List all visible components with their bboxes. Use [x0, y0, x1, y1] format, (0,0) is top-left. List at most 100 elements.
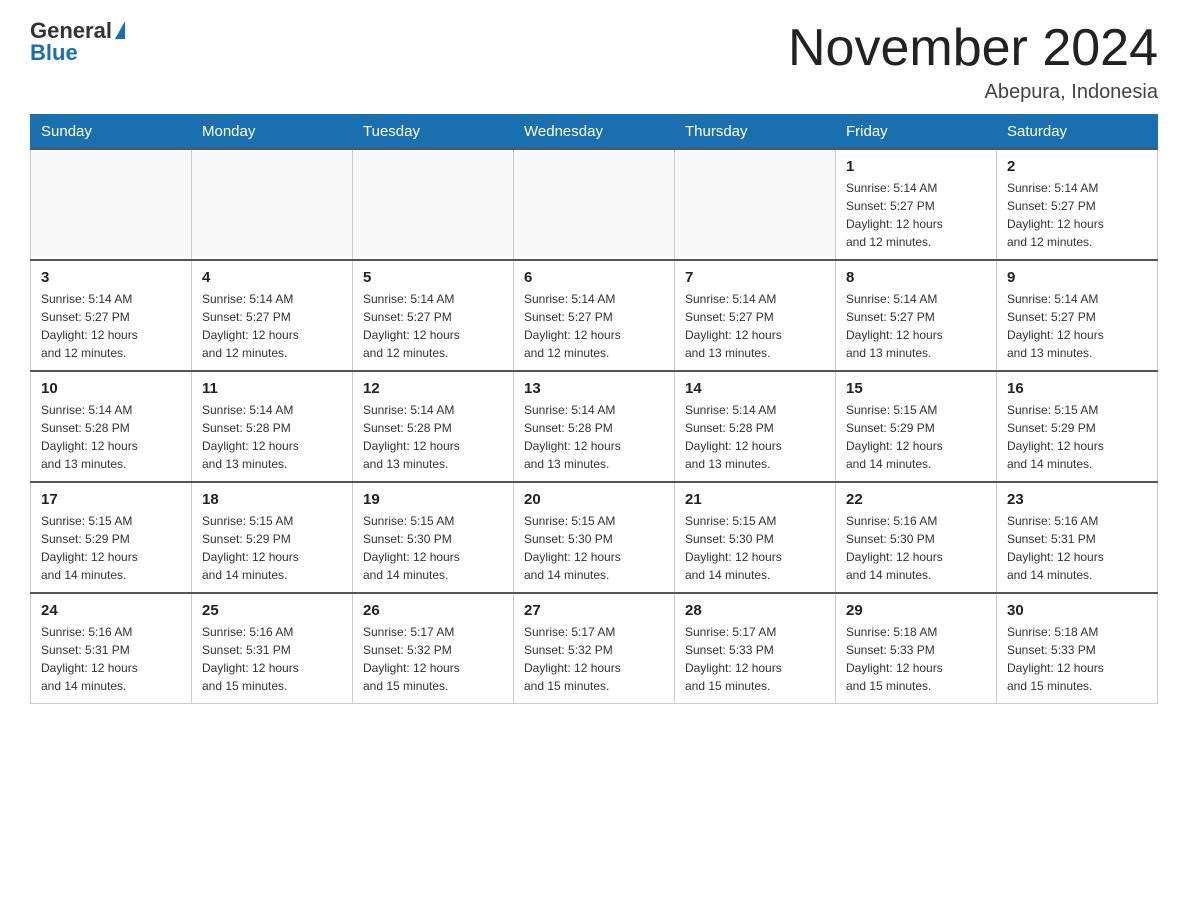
day-number: 22	[846, 491, 986, 508]
day-number: 21	[685, 491, 825, 508]
day-info: Sunrise: 5:15 AM Sunset: 5:29 PM Dayligh…	[41, 512, 181, 584]
day-info: Sunrise: 5:14 AM Sunset: 5:28 PM Dayligh…	[363, 401, 503, 473]
day-info: Sunrise: 5:14 AM Sunset: 5:27 PM Dayligh…	[202, 290, 342, 362]
day-header-wednesday: Wednesday	[514, 115, 675, 150]
day-number: 9	[1007, 269, 1147, 286]
day-number: 12	[363, 380, 503, 397]
day-cell: 14 Sunrise: 5:14 AM Sunset: 5:28 PM Dayli…	[675, 371, 836, 482]
day-number: 14	[685, 380, 825, 397]
day-cell: 8 Sunrise: 5:14 AM Sunset: 5:27 PM Daylig…	[836, 260, 997, 371]
day-cell: 20Sunrise: 5:15 AM Sunset: 5:30 PM Dayli…	[514, 482, 675, 593]
day-info: Sunrise: 5:14 AM Sunset: 5:27 PM Dayligh…	[41, 290, 181, 362]
day-info: Sunrise: 5:18 AM Sunset: 5:33 PM Dayligh…	[1007, 623, 1147, 695]
day-number: 13	[524, 380, 664, 397]
day-info: Sunrise: 5:18 AM Sunset: 5:33 PM Dayligh…	[846, 623, 986, 695]
day-number: 27	[524, 602, 664, 619]
day-cell: 1 Sunrise: 5:14 AM Sunset: 5:27 PM Daylig…	[836, 149, 997, 260]
days-of-week-row: SundayMondayTuesdayWednesdayThursdayFrid…	[31, 115, 1158, 150]
day-cell: 5 Sunrise: 5:14 AM Sunset: 5:27 PM Daylig…	[353, 260, 514, 371]
day-cell	[353, 149, 514, 260]
day-cell: 23 Sunrise: 5:16 AM Sunset: 5:31 PM Dayli…	[997, 482, 1158, 593]
day-cell: 13 Sunrise: 5:14 AM Sunset: 5:28 PM Dayli…	[514, 371, 675, 482]
day-cell: 16 Sunrise: 5:15 AM Sunset: 5:29 PM Dayli…	[997, 371, 1158, 482]
day-number: 8	[846, 269, 986, 286]
day-info: Sunrise: 5:15 AM Sunset: 5:30 PM Dayligh…	[685, 512, 825, 584]
day-cell: 21 Sunrise: 5:15 AM Sunset: 5:30 PM Dayli…	[675, 482, 836, 593]
day-cell: 10Sunrise: 5:14 AM Sunset: 5:28 PM Dayli…	[31, 371, 192, 482]
location: Abepura, Indonesia	[788, 81, 1158, 104]
day-info: Sunrise: 5:14 AM Sunset: 5:27 PM Dayligh…	[1007, 179, 1147, 251]
page-header: General Blue November 2024 Abepura, Indo…	[30, 20, 1158, 104]
day-header-thursday: Thursday	[675, 115, 836, 150]
day-cell: 30 Sunrise: 5:18 AM Sunset: 5:33 PM Dayli…	[997, 593, 1158, 704]
day-info: Sunrise: 5:16 AM Sunset: 5:30 PM Dayligh…	[846, 512, 986, 584]
day-number: 15	[846, 380, 986, 397]
day-number: 19	[363, 491, 503, 508]
day-info: Sunrise: 5:14 AM Sunset: 5:27 PM Dayligh…	[524, 290, 664, 362]
day-cell: 15 Sunrise: 5:15 AM Sunset: 5:29 PM Dayli…	[836, 371, 997, 482]
day-info: Sunrise: 5:15 AM Sunset: 5:29 PM Dayligh…	[202, 512, 342, 584]
day-cell	[675, 149, 836, 260]
day-cell: 9 Sunrise: 5:14 AM Sunset: 5:27 PM Daylig…	[997, 260, 1158, 371]
month-title: November 2024	[788, 20, 1158, 77]
day-number: 10	[41, 380, 181, 397]
day-cell	[192, 149, 353, 260]
day-header-monday: Monday	[192, 115, 353, 150]
day-number: 3	[41, 269, 181, 286]
day-number: 7	[685, 269, 825, 286]
day-number: 30	[1007, 602, 1147, 619]
day-number: 24	[41, 602, 181, 619]
day-cell: 19 Sunrise: 5:15 AM Sunset: 5:30 PM Dayli…	[353, 482, 514, 593]
day-number: 2	[1007, 158, 1147, 175]
week-row-1: 1 Sunrise: 5:14 AM Sunset: 5:27 PM Daylig…	[31, 149, 1158, 260]
week-row-4: 17 Sunrise: 5:15 AM Sunset: 5:29 PM Dayli…	[31, 482, 1158, 593]
day-info: Sunrise: 5:14 AM Sunset: 5:27 PM Dayligh…	[846, 179, 986, 251]
day-info: Sunrise: 5:17 AM Sunset: 5:33 PM Dayligh…	[685, 623, 825, 695]
day-header-friday: Friday	[836, 115, 997, 150]
week-row-2: 3 Sunrise: 5:14 AM Sunset: 5:27 PM Daylig…	[31, 260, 1158, 371]
day-info: Sunrise: 5:15 AM Sunset: 5:30 PM Dayligh…	[524, 512, 664, 584]
week-row-5: 24 Sunrise: 5:16 AM Sunset: 5:31 PM Dayli…	[31, 593, 1158, 704]
day-info: Sunrise: 5:17 AM Sunset: 5:32 PM Dayligh…	[524, 623, 664, 695]
day-info: Sunrise: 5:14 AM Sunset: 5:28 PM Dayligh…	[524, 401, 664, 473]
day-info: Sunrise: 5:17 AM Sunset: 5:32 PM Dayligh…	[363, 623, 503, 695]
day-number: 5	[363, 269, 503, 286]
day-info: Sunrise: 5:16 AM Sunset: 5:31 PM Dayligh…	[41, 623, 181, 695]
day-info: Sunrise: 5:15 AM Sunset: 5:29 PM Dayligh…	[846, 401, 986, 473]
day-cell: 25Sunrise: 5:16 AM Sunset: 5:31 PM Dayli…	[192, 593, 353, 704]
day-cell: 2 Sunrise: 5:14 AM Sunset: 5:27 PM Daylig…	[997, 149, 1158, 260]
day-number: 16	[1007, 380, 1147, 397]
day-number: 11	[202, 380, 342, 397]
day-number: 28	[685, 602, 825, 619]
day-number: 17	[41, 491, 181, 508]
day-cell: 12 Sunrise: 5:14 AM Sunset: 5:28 PM Dayli…	[353, 371, 514, 482]
day-info: Sunrise: 5:14 AM Sunset: 5:28 PM Dayligh…	[685, 401, 825, 473]
day-cell: 4 Sunrise: 5:14 AM Sunset: 5:27 PM Daylig…	[192, 260, 353, 371]
day-number: 26	[363, 602, 503, 619]
day-info: Sunrise: 5:16 AM Sunset: 5:31 PM Dayligh…	[1007, 512, 1147, 584]
day-number: 23	[1007, 491, 1147, 508]
day-info: Sunrise: 5:15 AM Sunset: 5:29 PM Dayligh…	[1007, 401, 1147, 473]
day-cell: 22 Sunrise: 5:16 AM Sunset: 5:30 PM Dayli…	[836, 482, 997, 593]
day-cell: 7 Sunrise: 5:14 AM Sunset: 5:27 PM Daylig…	[675, 260, 836, 371]
day-info: Sunrise: 5:14 AM Sunset: 5:27 PM Dayligh…	[685, 290, 825, 362]
day-info: Sunrise: 5:14 AM Sunset: 5:27 PM Dayligh…	[1007, 290, 1147, 362]
day-info: Sunrise: 5:15 AM Sunset: 5:30 PM Dayligh…	[363, 512, 503, 584]
day-info: Sunrise: 5:14 AM Sunset: 5:27 PM Dayligh…	[363, 290, 503, 362]
day-cell: 24 Sunrise: 5:16 AM Sunset: 5:31 PM Dayli…	[31, 593, 192, 704]
calendar-table: SundayMondayTuesdayWednesdayThursdayFrid…	[30, 114, 1158, 704]
day-number: 6	[524, 269, 664, 286]
title-block: November 2024 Abepura, Indonesia	[788, 20, 1158, 104]
logo-triangle-icon	[115, 21, 125, 39]
day-cell: 27 Sunrise: 5:17 AM Sunset: 5:32 PM Dayli…	[514, 593, 675, 704]
day-info: Sunrise: 5:14 AM Sunset: 5:27 PM Dayligh…	[846, 290, 986, 362]
day-cell: 28 Sunrise: 5:17 AM Sunset: 5:33 PM Dayli…	[675, 593, 836, 704]
day-info: Sunrise: 5:16 AM Sunset: 5:31 PM Dayligh…	[202, 623, 342, 695]
logo-general: General	[30, 20, 112, 42]
day-header-tuesday: Tuesday	[353, 115, 514, 150]
day-cell	[31, 149, 192, 260]
day-cell: 18Sunrise: 5:15 AM Sunset: 5:29 PM Dayli…	[192, 482, 353, 593]
day-cell: 26 Sunrise: 5:17 AM Sunset: 5:32 PM Dayli…	[353, 593, 514, 704]
day-number: 4	[202, 269, 342, 286]
day-number: 1	[846, 158, 986, 175]
